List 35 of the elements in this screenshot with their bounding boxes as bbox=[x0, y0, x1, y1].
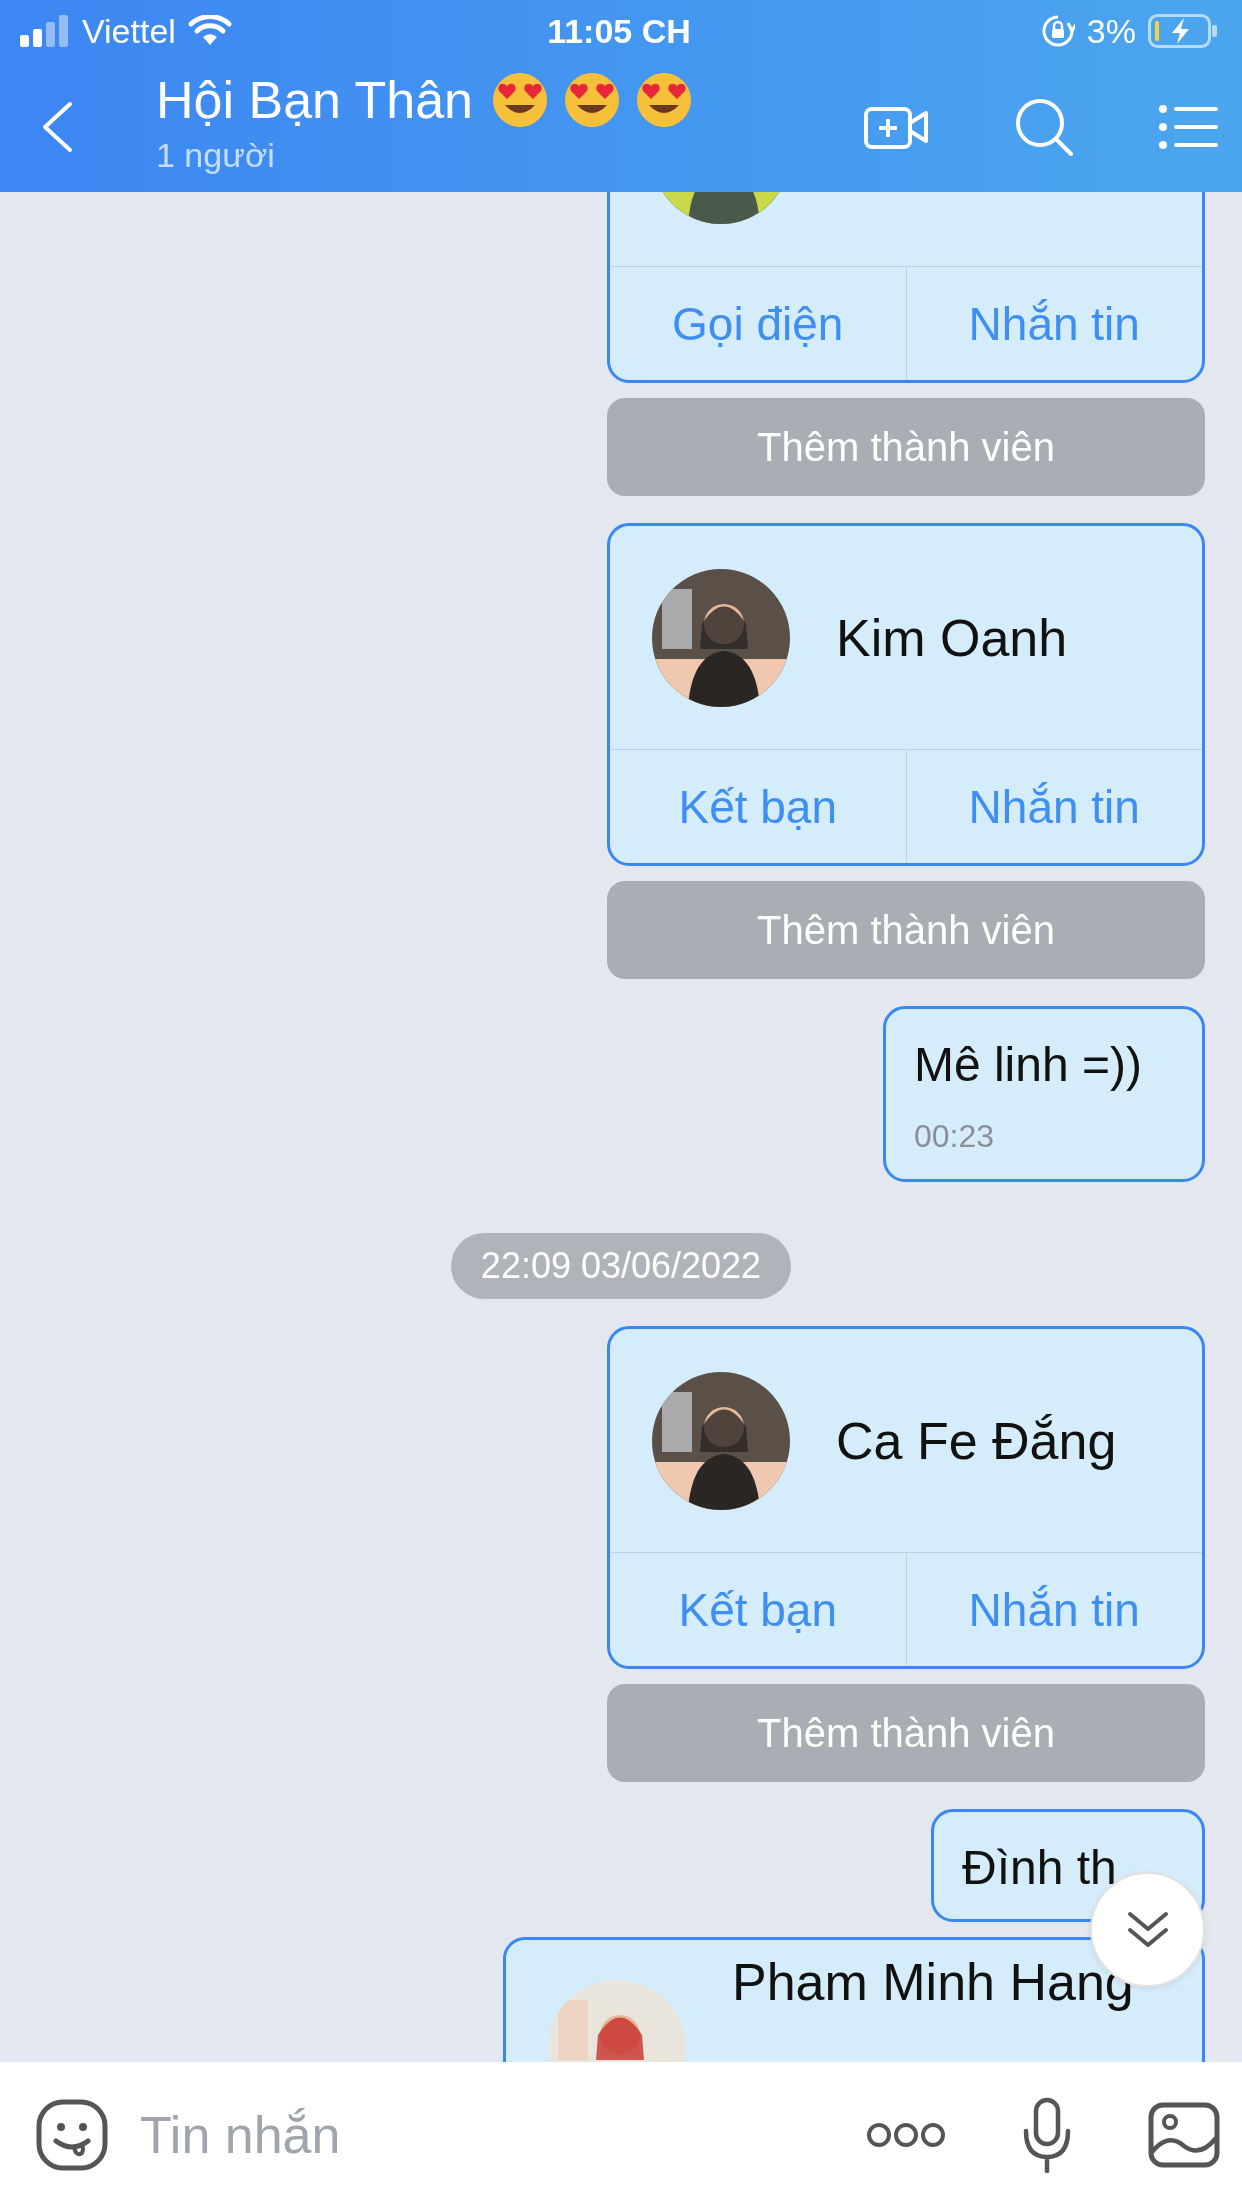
heart-eyes-face-icon bbox=[563, 70, 622, 129]
contact-action-button[interactable]: Gọi điện bbox=[610, 267, 906, 380]
add-member-button[interactable]: Thêm thành viên bbox=[607, 1684, 1205, 1782]
contact-action-button[interactable]: Kết bạn bbox=[610, 1553, 906, 1666]
battery-icon bbox=[1148, 14, 1218, 48]
sticker-icon bbox=[36, 2099, 108, 2171]
heart-eyes-face-icon bbox=[635, 70, 694, 129]
rotation-lock-icon bbox=[1040, 14, 1075, 48]
contact-name: Kim Oanh bbox=[836, 607, 1068, 668]
add-member-button[interactable]: Thêm thành viên bbox=[607, 881, 1205, 979]
contact-action-button[interactable]: Nhắn tin bbox=[905, 267, 1202, 380]
contact-name: Ca Fe Đắng bbox=[836, 1410, 1117, 1471]
search-icon[interactable] bbox=[1014, 97, 1074, 157]
more-icon[interactable] bbox=[866, 2122, 946, 2148]
contact-action-button[interactable]: Nhắn tin bbox=[905, 1553, 1202, 1666]
add-member-button[interactable]: Thêm thành viên bbox=[607, 398, 1205, 496]
message-text: Đình th bbox=[962, 1840, 1118, 1895]
back-button[interactable] bbox=[40, 101, 74, 153]
menu-icon[interactable] bbox=[1158, 104, 1218, 150]
carrier-name: Viettel bbox=[82, 11, 176, 51]
contact-action-button[interactable]: Kết bạn bbox=[610, 750, 906, 863]
message-time: 00:23 bbox=[913, 1118, 995, 1155]
contact-action-button[interactable]: Nhắn tin bbox=[905, 750, 1202, 863]
date-separator: 22:09 03/06/2022 bbox=[450, 1233, 792, 1299]
message-text: Mê linh =)) bbox=[913, 1037, 1142, 1092]
member-count: 1 người bbox=[156, 135, 276, 175]
microphone-icon[interactable] bbox=[1022, 2097, 1072, 2173]
signal-icon bbox=[20, 15, 70, 47]
double-chevron-down-icon bbox=[1125, 1909, 1170, 1950]
battery-percent: 3% bbox=[1086, 11, 1136, 51]
wifi-icon bbox=[187, 15, 232, 47]
image-icon[interactable] bbox=[1148, 2102, 1220, 2168]
heart-eyes-face-icon bbox=[491, 70, 550, 129]
chat-title: Hội Bạn Thân bbox=[156, 69, 474, 130]
status-time: 11:05 CH bbox=[547, 11, 691, 51]
